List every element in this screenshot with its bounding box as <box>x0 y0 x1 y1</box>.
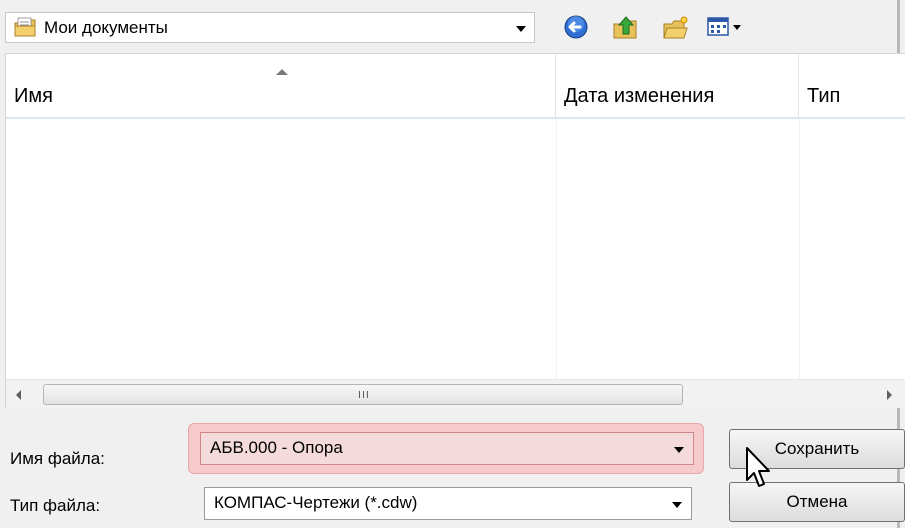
filename-input[interactable]: АБВ.000 - Опора <box>200 432 694 465</box>
chevron-down-icon[interactable] <box>516 26 526 32</box>
horizontal-scrollbar[interactable]: III <box>6 379 905 408</box>
documents-folder-icon <box>14 17 36 38</box>
scroll-left-icon[interactable] <box>16 390 21 400</box>
filename-label: Имя файла: <box>10 449 105 468</box>
scrollbar-thumb[interactable]: III <box>43 384 683 405</box>
up-folder-icon[interactable] <box>612 14 640 40</box>
column-header-type-label: Тип <box>807 85 841 107</box>
toolbar: Мои документы <box>0 0 900 53</box>
filetype-label: Тип файла: <box>10 496 101 515</box>
location-combo[interactable]: Мои документы <box>5 12 535 43</box>
chevron-down-icon[interactable] <box>674 447 684 453</box>
header-divider <box>6 117 905 119</box>
column-header-date[interactable]: Дата изменения <box>556 54 799 117</box>
column-header-name[interactable]: Имя <box>6 54 556 117</box>
filetype-select[interactable]: КОМПАС-Чертежи (*.cdw) <box>204 487 692 520</box>
scrollbar-grip: III <box>358 390 370 401</box>
filename-value: АБВ.000 - Опора <box>210 438 343 457</box>
column-divider <box>556 119 557 379</box>
column-header-type[interactable]: Тип <box>799 54 905 117</box>
back-icon[interactable] <box>562 14 590 40</box>
column-header-name-label: Имя <box>14 85 53 107</box>
sort-ascending-icon <box>276 69 288 75</box>
column-divider <box>799 119 800 379</box>
mouse-pointer-icon <box>745 446 773 492</box>
save-dialog: Мои документы Имя Дата изменения Тип III… <box>0 0 905 528</box>
scroll-right-icon[interactable] <box>887 390 892 400</box>
new-folder-icon[interactable] <box>662 14 690 40</box>
filetype-value: КОМПАС-Чертежи (*.cdw) <box>214 493 418 512</box>
location-label: Мои документы <box>44 18 168 37</box>
view-menu-icon[interactable] <box>706 14 746 40</box>
chevron-down-icon[interactable] <box>672 502 682 508</box>
file-list[interactable]: Имя Дата изменения Тип III <box>5 53 905 408</box>
column-header-date-label: Дата изменения <box>564 85 715 107</box>
